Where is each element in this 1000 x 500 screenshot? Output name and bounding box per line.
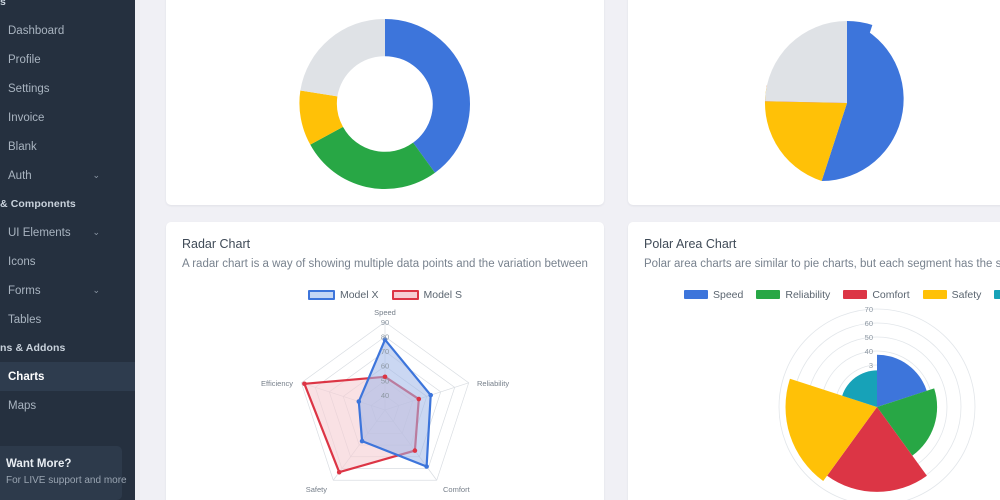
polar-tick-50: 50	[865, 333, 873, 342]
legend-item-model-x[interactable]: Model X	[307, 288, 379, 301]
radar-axis-label-comfort: Comfort	[443, 485, 471, 494]
legend-label-reliability: Reliability	[785, 288, 831, 301]
radar-tick-70: 70	[381, 347, 389, 356]
radar-tick-90: 90	[381, 318, 389, 327]
radar-legend: Model X Model S	[182, 289, 588, 301]
polar-tick-40: 40	[865, 347, 873, 356]
sidebar-item-label: Settings	[8, 82, 50, 95]
sidebar-item-blank[interactable]: Blank	[0, 132, 140, 161]
chevron-down-icon: ⌄	[92, 170, 100, 180]
legend-item-model-s[interactable]: Model S	[391, 288, 463, 301]
app-root: s Dashboard Profile Settings Invoice Bla…	[0, 0, 1000, 500]
sidebar-item-tables[interactable]: Tables	[0, 305, 140, 334]
pie-chart-card	[628, 0, 1000, 205]
legend-swatch-reliability	[756, 290, 781, 300]
polar-tick-60: 60	[865, 319, 873, 328]
radar-card-title: Radar Chart	[182, 237, 251, 251]
sidebar-item-ui-elements[interactable]: UI Elements ⌄	[0, 218, 140, 247]
radar-axis-label-speed: Speed	[374, 308, 396, 317]
radar-tick-60: 60	[381, 362, 389, 371]
sidebar-item-label: Icons	[8, 255, 36, 268]
legend-swatch-comfort	[843, 290, 868, 300]
charts-row-bottom: Radar Chart A radar chart is a way of sh…	[166, 222, 1000, 500]
sidebar-item-maps[interactable]: Maps	[0, 391, 140, 420]
polar-tick-70: 70	[865, 305, 873, 314]
legend-item-comfort[interactable]: Comfort	[843, 288, 910, 301]
polar-area-chart-card: Polar Area Chart Polar area charts are s…	[628, 222, 1000, 500]
legend-item-safety[interactable]: Safety	[922, 288, 982, 301]
sidebar-promo-subtitle: For LIVE support and more	[6, 475, 127, 486]
polar-area-chart-canvas[interactable]: 70 60 50 40 3	[762, 305, 992, 500]
sidebar-item-label: Maps	[8, 399, 37, 412]
sidebar-item-label: Blank	[8, 140, 37, 153]
doughnut-slice-blue	[385, 19, 471, 173]
polar-card-title: Polar Area Chart	[644, 237, 737, 251]
sidebar-item-label: Auth	[8, 169, 32, 182]
radar-chart-canvas[interactable]: 90 80 70 60 50 40 Speed Reliability Comf…	[235, 303, 535, 500]
chevron-down-icon: ⌄	[92, 285, 100, 295]
legend-item-speed[interactable]: Speed	[684, 289, 743, 301]
sidebar-item-label: Tables	[8, 313, 42, 326]
sidebar-item-profile[interactable]: Profile	[0, 45, 140, 74]
legend-label-model-s: Model S	[423, 288, 463, 301]
sidebar-promo-title: Want More?	[6, 458, 72, 470]
main-content: Radar Chart A radar chart is a way of sh…	[140, 0, 1000, 500]
sidebar-item-label: Dashboard	[8, 24, 65, 37]
radar-axis-label-efficiency: Efficiency	[261, 379, 293, 388]
radar-axis-label-safety: Safety	[306, 485, 328, 494]
legend-swatch-model-x	[307, 289, 335, 300]
sidebar-item-invoice[interactable]: Invoice	[0, 103, 140, 132]
doughnut-slice-grey	[300, 18, 385, 97]
legend-label-model-x: Model X	[339, 288, 379, 301]
legend-label-speed: Speed	[713, 288, 744, 301]
legend-item-reliability[interactable]: Reliability	[756, 289, 830, 301]
sidebar-section-header: ns & Addons	[0, 342, 66, 354]
sidebar-item-icons[interactable]: Icons	[0, 247, 140, 276]
polar-tick-30: 3	[869, 361, 873, 370]
pie-slice-grey	[765, 21, 847, 103]
sidebar-scroll-container: s Dashboard Profile Settings Invoice Bla…	[0, 0, 140, 500]
polar-card-subtitle: Polar area charts are similar to pie cha…	[644, 257, 1000, 270]
legend-swatch-safety	[922, 290, 947, 300]
legend-swatch-efficiency	[994, 290, 1000, 300]
doughnut-chart-card	[166, 0, 604, 205]
sidebar-item-auth[interactable]: Auth ⌄	[0, 161, 140, 190]
radar-chart-card: Radar Chart A radar chart is a way of sh…	[166, 222, 604, 500]
sidebar-promo-card[interactable]: Want More? For LIVE support and more	[0, 446, 127, 500]
doughnut-chart-canvas[interactable]	[285, 4, 485, 204]
sidebar-item-label: UI Elements	[8, 226, 71, 239]
charts-row-top	[166, 0, 1000, 205]
polar-chart-holder: 70 60 50 40 3	[704, 305, 1000, 500]
legend-label-comfort: Comfort	[872, 288, 910, 301]
sidebar-item-charts[interactable]: Charts	[0, 362, 140, 391]
sidebar-item-settings[interactable]: Settings	[0, 74, 140, 103]
sidebar-item-dashboard[interactable]: Dashboard	[0, 16, 140, 45]
polar-legend: Speed Reliability Comfort Safety	[644, 289, 1000, 301]
legend-item-efficiency[interactable]: Efficien	[994, 289, 1000, 301]
legend-swatch-speed	[684, 290, 708, 300]
radar-chart-holder: 90 80 70 60 50 40 Speed Reliability Comf…	[182, 303, 588, 500]
radar-card-subtitle: A radar chart is a way of showing multip…	[182, 257, 588, 270]
pie-chart-holder	[644, 1, 1000, 206]
sidebar-item-label: Profile	[8, 53, 41, 66]
legend-label-safety: Safety	[951, 288, 982, 301]
sidebar-section-header: s	[0, 0, 6, 8]
radar-tick-80: 80	[381, 332, 389, 341]
radar-axis-label-reliability: Reliability	[477, 379, 509, 388]
sidebar-item-label: Charts	[8, 370, 45, 383]
sidebar: s Dashboard Profile Settings Invoice Bla…	[0, 0, 140, 500]
chevron-down-icon: ⌄	[92, 227, 100, 237]
doughnut-slice-green	[310, 126, 435, 190]
sidebar-item-label: Forms	[8, 284, 41, 297]
radar-tick-50: 50	[381, 376, 389, 385]
sidebar-item-forms[interactable]: Forms ⌄	[0, 276, 140, 305]
doughnut-chart-holder	[182, 4, 588, 204]
sidebar-section-header: & Components	[0, 198, 76, 210]
radar-tick-40: 40	[381, 391, 389, 400]
sidebar-item-label: Invoice	[8, 111, 45, 124]
pie-chart-canvas[interactable]	[747, 1, 947, 206]
legend-swatch-model-s	[391, 289, 419, 300]
